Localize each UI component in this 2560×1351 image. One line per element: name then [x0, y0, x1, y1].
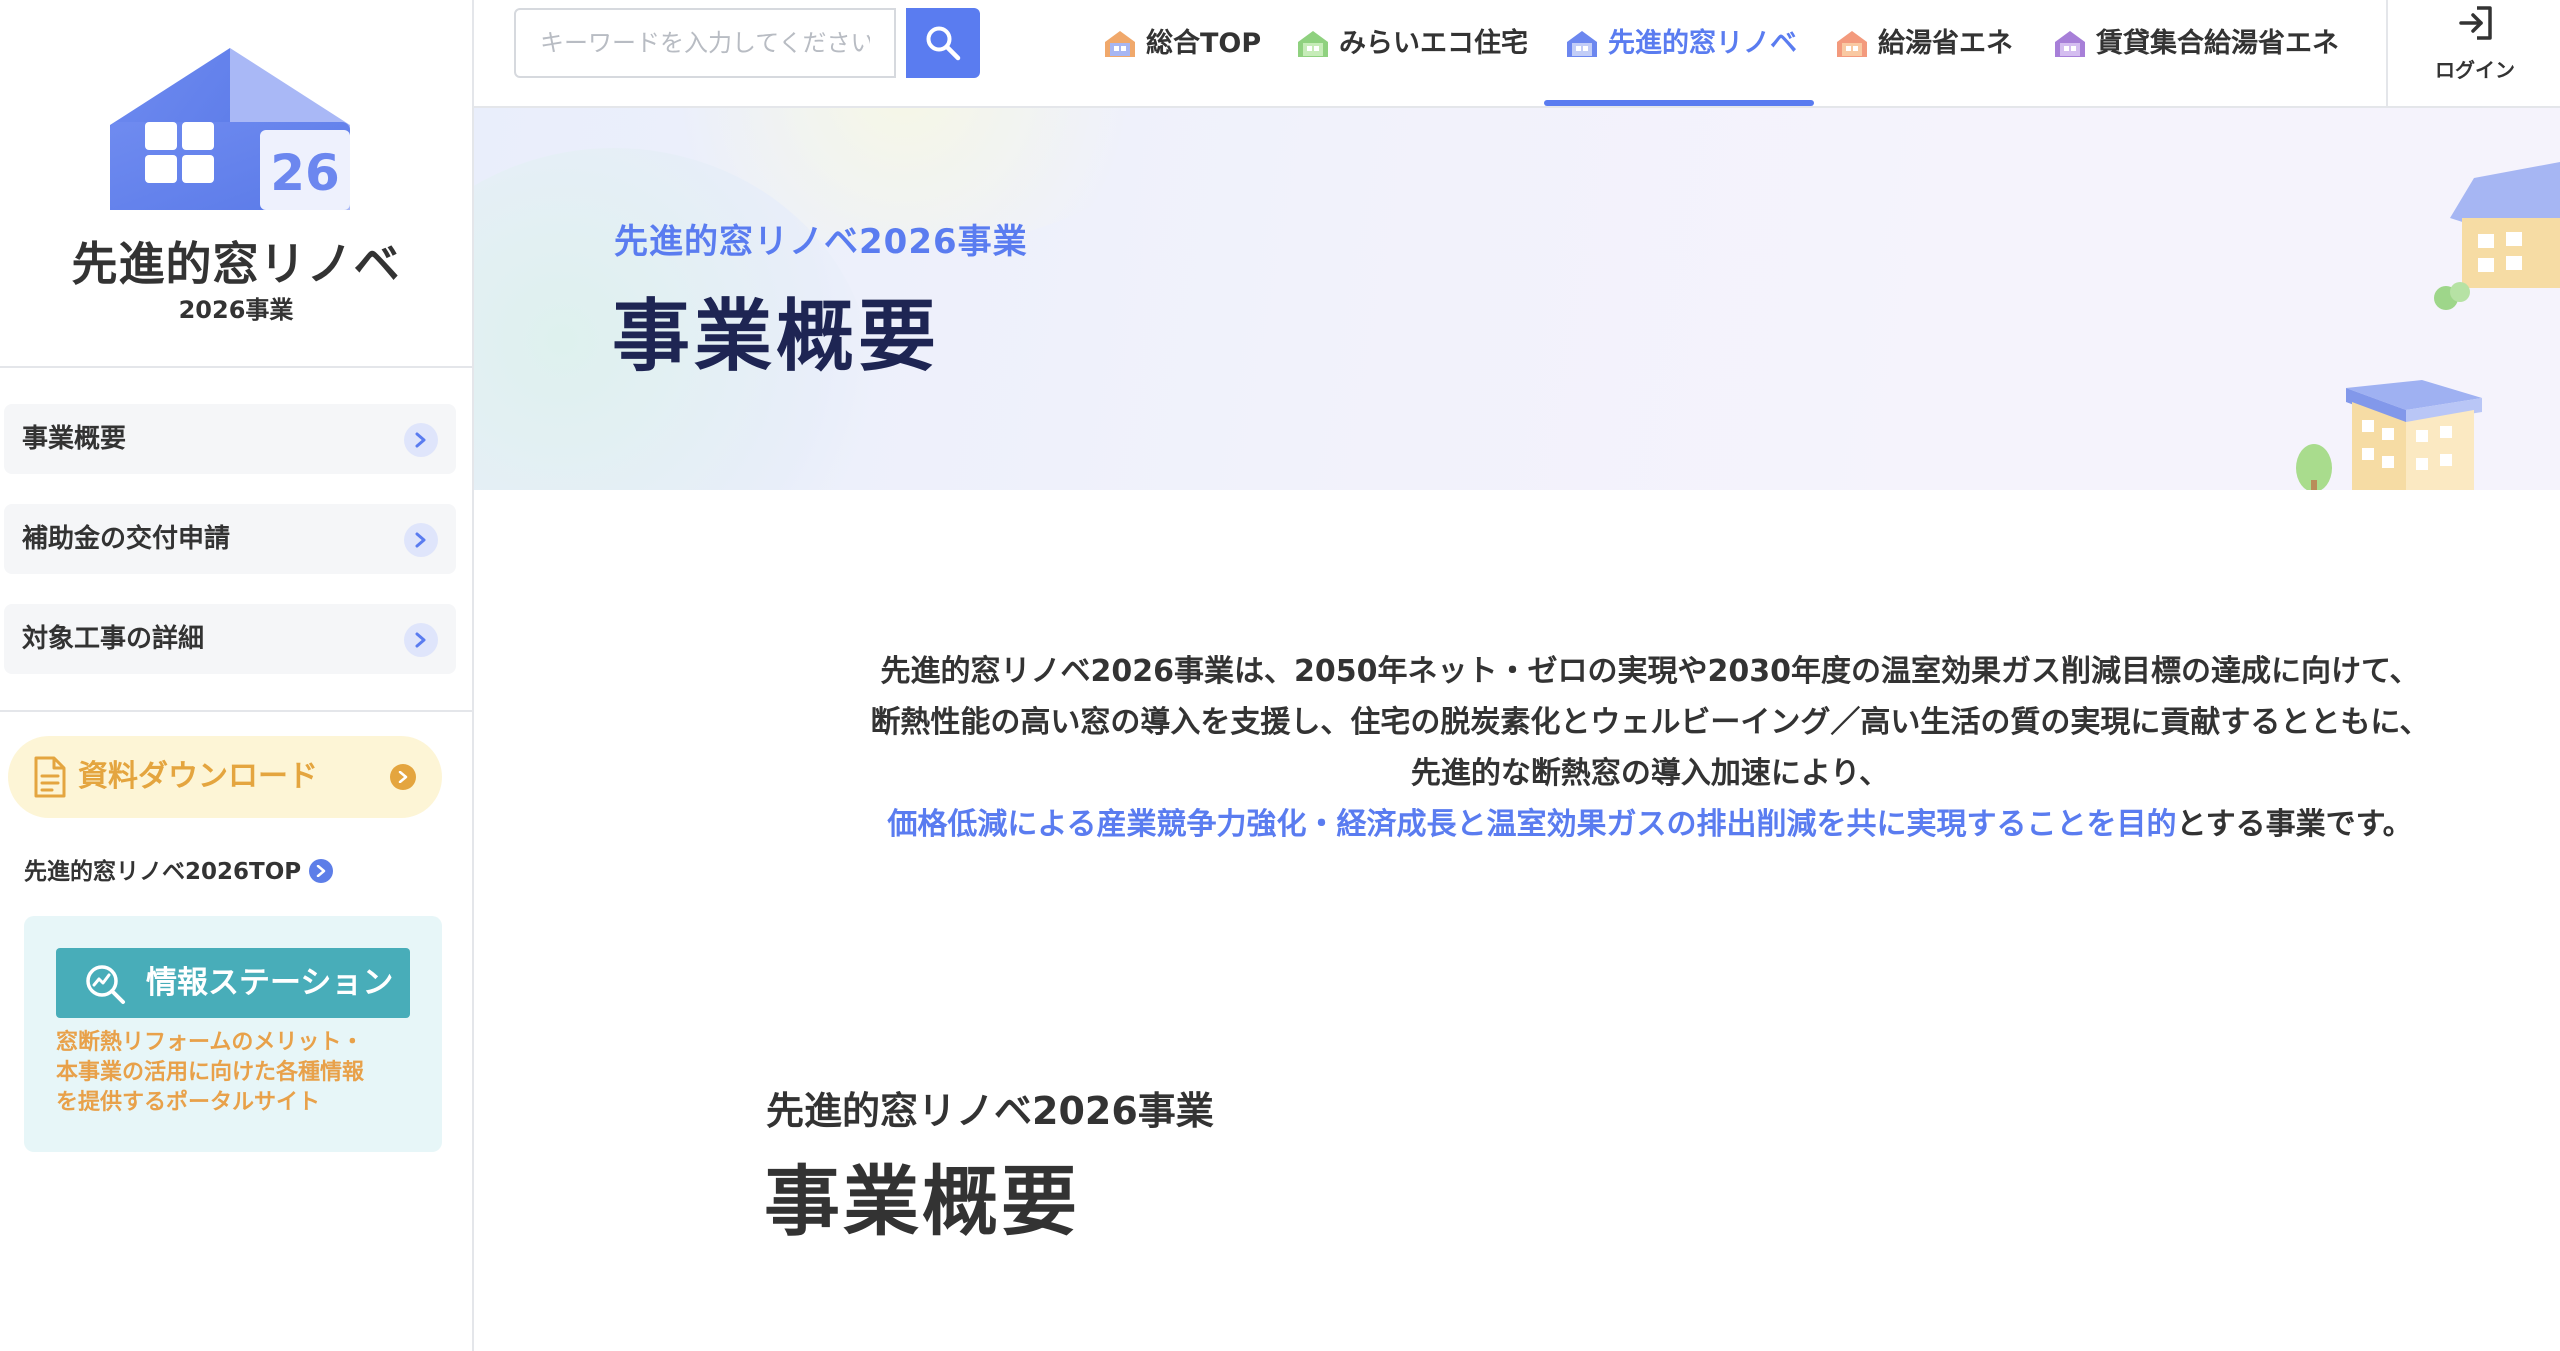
sidebar-item-label: 事業概要 — [22, 424, 127, 454]
house-icon — [1837, 31, 1867, 57]
chevron-right-icon — [404, 423, 438, 457]
intro-line: 価格低減による産業競争力強化・経済成長と温室効果ガスの排出削減を共に実現すること… — [800, 799, 2500, 850]
search-field[interactable] — [514, 8, 896, 78]
hero-title: 事業概要 — [612, 292, 941, 382]
logo[interactable]: 26 先進的窓リノベ 2026事業 — [0, 0, 472, 368]
chevron-right-icon — [404, 623, 438, 657]
top-page-link-label: 先進的窓リノベ2026TOP — [24, 859, 302, 885]
intro-paragraph: 先進的窓リノベ2026事業は、2050年ネット・ゼロの実現や2030年度の温室効… — [800, 646, 2500, 850]
login-button[interactable]: ログイン — [2386, 0, 2560, 106]
buildings-illustration — [2296, 162, 2560, 490]
house-icon — [2055, 31, 2085, 57]
house-icon — [1567, 31, 1597, 57]
search-button[interactable] — [906, 8, 980, 78]
hero-subtitle: 先進的窓リノベ2026事業 — [614, 222, 1028, 262]
nav-item-label: 賃貸集合給湯省エネ — [2096, 28, 2339, 59]
sidebar-item-application[interactable]: 補助金の交付申請 — [4, 504, 456, 574]
search-input[interactable] — [516, 10, 894, 76]
top-page-link[interactable]: 先進的窓リノベ2026TOP — [24, 852, 334, 886]
sidebar: 26 先進的窓リノベ 2026事業 事業概要 補助金の交付申請 対象工事の詳細 … — [0, 0, 474, 1351]
header: 総合TOP みらいエコ住宅 先進的窓リノベ 給湯省エネ 賃貸集合給湯省エ — [474, 0, 2560, 108]
intro-highlight: 価格低減による産業競争力強化・経済成長と温室効果ガスの排出削減を共に実現すること… — [887, 807, 2177, 842]
section-title: 事業概要 — [764, 1157, 1080, 1246]
nav-item-label: 先進的窓リノベ — [1608, 28, 1797, 59]
sidebar-item-overview[interactable]: 事業概要 — [4, 404, 456, 474]
document-icon — [34, 756, 66, 798]
info-station-button[interactable]: 情報ステーション — [56, 948, 410, 1018]
intro-line: 先進的窓リノベ2026事業は、2050年ネット・ゼロの実現や2030年度の温室効… — [880, 654, 2420, 689]
nav-item-label: 総合TOP — [1146, 28, 1262, 59]
intro-line: 先進的な断熱窓の導入加速により、 — [1410, 756, 1890, 791]
search-chart-icon — [86, 965, 125, 1004]
section-subtitle: 先進的窓リノベ2026事業 — [766, 1089, 1214, 1133]
search-icon — [926, 26, 961, 61]
download-label: 資料ダウンロード — [78, 759, 318, 794]
house-icon — [1105, 31, 1135, 57]
nav-item-label: 給湯省エネ — [1878, 28, 2013, 59]
logo-badge-number: 26 — [270, 144, 340, 202]
chevron-right-icon — [404, 523, 438, 557]
info-station-label: 情報ステーション — [146, 965, 394, 1001]
hero-banner: 先進的窓リノベ2026事業 事業概要 — [474, 108, 2560, 490]
sidebar-item-label: 補助金の交付申請 — [22, 524, 231, 554]
intro-line-end: とする事業です。 — [2176, 807, 2413, 842]
intro-line: 断熱性能の高い窓の導入を支援し、住宅の脱炭素化とウェルビーイング／高い生活の質の… — [870, 705, 2430, 740]
login-icon — [2459, 6, 2492, 40]
active-tab-indicator — [1544, 100, 1814, 106]
download-button[interactable]: 資料ダウンロード — [8, 736, 442, 818]
house-logo-icon: 26 — [110, 48, 350, 210]
house-icon — [1298, 31, 1328, 57]
logo-title: 先進的窓リノベ — [71, 237, 401, 291]
info-station-card: 情報ステーション 窓断熱リフォームのメリット・ 本事業の活用に向けた各種情報 を… — [24, 916, 442, 1152]
sidebar-item-label: 対象工事の詳細 — [22, 624, 205, 654]
logo-subtitle: 2026事業 — [178, 296, 294, 324]
login-label: ログイン — [2435, 58, 2515, 82]
chevron-right-icon — [309, 858, 334, 883]
sidebar-item-work-details[interactable]: 対象工事の詳細 — [4, 604, 456, 674]
nav-item-label: みらいエコ住宅 — [1339, 28, 1528, 59]
sidebar-divider — [0, 710, 472, 712]
chevron-right-icon — [390, 764, 416, 790]
info-station-description: 窓断熱リフォームのメリット・ 本事業の活用に向けた各種情報 を提供するポータルサ… — [56, 1030, 365, 1115]
